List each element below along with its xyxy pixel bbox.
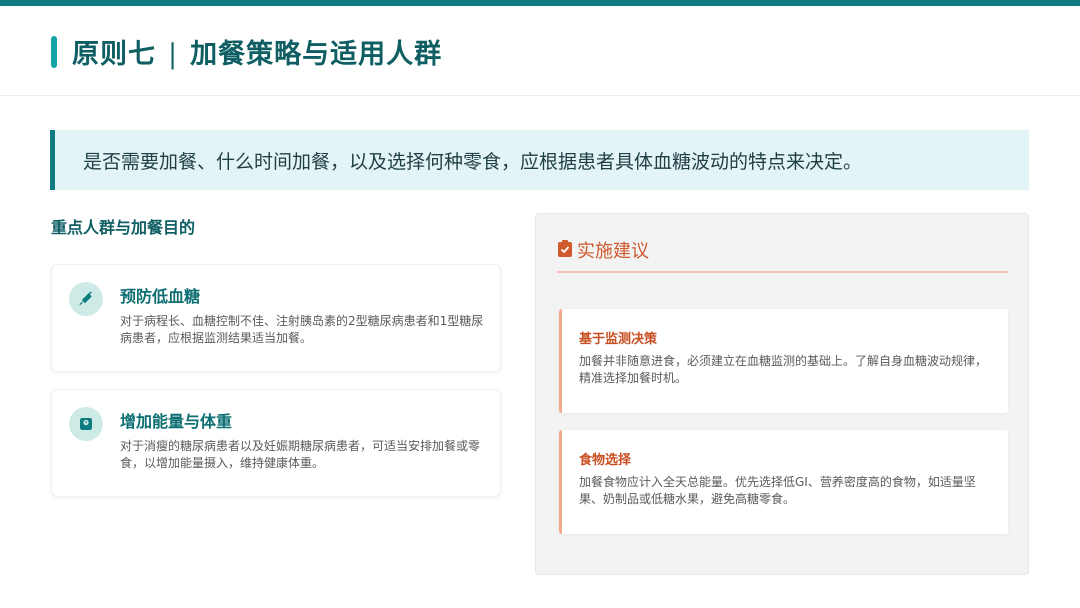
card-text: 对于消瘦的糖尿病患者以及妊娠期糖尿病患者，可适当安排加餐或零食，以增加能量摄入，… (120, 439, 481, 470)
advice-text: 加餐食物应计入全天总能量。优先选择低GI、营养密度高的食物，如适量坚果、奶制品或… (579, 475, 976, 506)
advice-food-choice: 食物选择 加餐食物应计入全天总能量。优先选择低GI、营养密度高的食物，如适量坚果… (559, 430, 1008, 534)
summary-banner: 是否需要加餐、什么时间加餐，以及选择何种零食，应根据患者具体血糖波动的特点来决定… (50, 130, 1029, 190)
card-title: 增加能量与体重 (120, 412, 233, 431)
card-title: 预防低血糖 (120, 287, 201, 306)
banner-text: 是否需要加餐、什么时间加餐，以及选择何种零食，应根据患者具体血糖波动的特点来决定… (83, 151, 863, 173)
page-header: 原则七 | 加餐策略与适用人群 (0, 6, 1080, 96)
title-separator: | (168, 39, 179, 70)
syringe-icon (69, 282, 103, 316)
weight-scale-icon (69, 407, 103, 441)
advice-title: 食物选择 (579, 453, 632, 468)
advice-title: 基于监测决策 (579, 332, 658, 347)
title-sub: 加餐策略与适用人群 (190, 39, 443, 70)
page-title: 原则七 | 加餐策略与适用人群 (72, 32, 442, 71)
panel-divider (557, 271, 1008, 273)
title-main: 原则七 (72, 39, 156, 70)
card-text: 对于病程长、血糖控制不佳、注射胰岛素的2型糖尿病患者和1型糖尿病患者，应根据监测… (120, 314, 484, 345)
card-prevent-hypoglycemia: 预防低血糖 对于病程长、血糖控制不佳、注射胰岛素的2型糖尿病患者和1型糖尿病患者… (51, 264, 501, 372)
title-accent-mark (51, 36, 57, 68)
panel-title: 实施建议 (577, 241, 649, 262)
clipboard-check-icon (558, 240, 572, 261)
implementation-panel: 实施建议 基于监测决策 加餐并非随意进食，必须建立在血糖监测的基础上。了解自身血… (535, 213, 1029, 575)
section-title: 重点人群与加餐目的 (51, 218, 196, 237)
card-increase-energy: 增加能量与体重 对于消瘦的糖尿病患者以及妊娠期糖尿病患者，可适当安排加餐或零食，… (51, 389, 501, 497)
advice-text: 加餐并非随意进食，必须建立在血糖监测的基础上。了解自身血糖波动规律，精准选择加餐… (579, 354, 988, 385)
advice-monitoring: 基于监测决策 加餐并非随意进食，必须建立在血糖监测的基础上。了解自身血糖波动规律… (559, 309, 1008, 413)
